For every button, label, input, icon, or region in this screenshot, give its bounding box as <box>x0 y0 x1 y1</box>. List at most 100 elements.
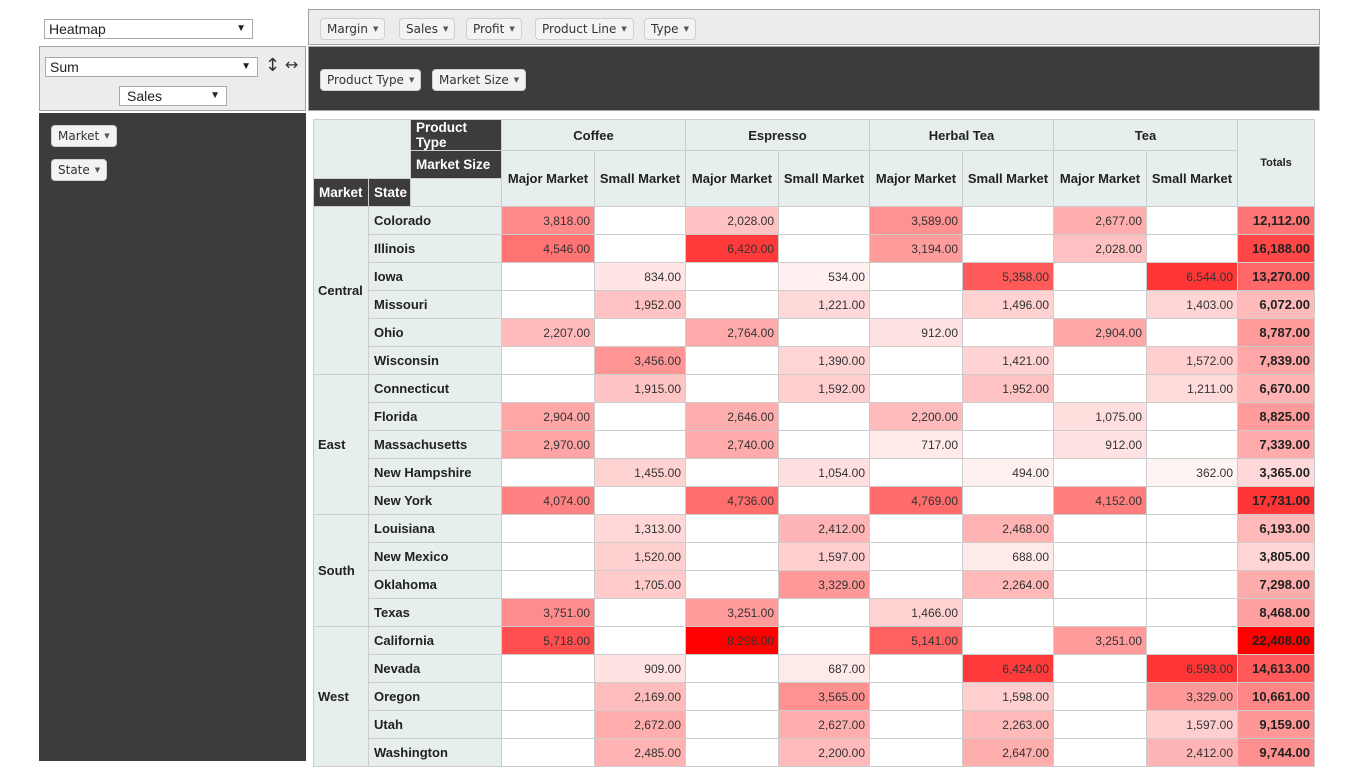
table-cell[interactable] <box>1146 514 1238 543</box>
table-cell[interactable]: 1,211.00 <box>1146 374 1238 403</box>
table-cell[interactable] <box>1146 570 1238 599</box>
table-cell[interactable]: 3,818.00 <box>501 206 595 235</box>
table-cell[interactable] <box>685 374 779 403</box>
table-cell[interactable] <box>1053 262 1147 291</box>
table-cell[interactable] <box>1053 374 1147 403</box>
table-cell[interactable]: 717.00 <box>869 430 963 459</box>
table-cell[interactable]: 3,456.00 <box>594 346 686 375</box>
table-cell[interactable]: 3,194.00 <box>869 234 963 263</box>
table-cell[interactable] <box>594 486 686 515</box>
table-cell[interactable] <box>1146 486 1238 515</box>
table-cell[interactable]: 1,390.00 <box>778 346 870 375</box>
table-cell[interactable]: 1,075.00 <box>1053 402 1147 431</box>
table-cell[interactable]: 2,740.00 <box>685 430 779 459</box>
table-cell[interactable] <box>869 570 963 599</box>
table-cell[interactable]: 1,597.00 <box>1146 710 1238 739</box>
table-cell[interactable] <box>594 234 686 263</box>
table-cell[interactable]: 3,329.00 <box>778 570 870 599</box>
table-cell[interactable] <box>594 206 686 235</box>
row-total-cell[interactable]: 6,193.00 <box>1237 514 1315 543</box>
table-cell[interactable] <box>869 710 963 739</box>
table-cell[interactable] <box>778 402 870 431</box>
table-cell[interactable] <box>685 346 779 375</box>
table-cell[interactable]: 1,496.00 <box>962 290 1054 319</box>
table-cell[interactable] <box>501 514 595 543</box>
attr-pill-product-line[interactable]: Product Line ▼ <box>535 18 634 40</box>
table-cell[interactable] <box>1146 430 1238 459</box>
table-cell[interactable] <box>501 654 595 683</box>
table-cell[interactable] <box>685 738 779 767</box>
table-cell[interactable]: 1,952.00 <box>594 290 686 319</box>
table-cell[interactable]: 2,904.00 <box>501 402 595 431</box>
table-cell[interactable] <box>962 626 1054 655</box>
table-cell[interactable] <box>1053 458 1147 487</box>
row-total-cell[interactable]: 10,661.00 <box>1237 682 1315 711</box>
table-cell[interactable] <box>869 262 963 291</box>
attr-pill-product-type[interactable]: Product Type ▼ <box>320 69 422 91</box>
triangle-down-icon[interactable]: ▼ <box>621 25 626 33</box>
table-cell[interactable]: 4,074.00 <box>501 486 595 515</box>
table-cell[interactable]: 1,520.00 <box>594 542 686 571</box>
row-total-cell[interactable]: 13,270.00 <box>1237 262 1315 291</box>
table-cell[interactable]: 1,705.00 <box>594 570 686 599</box>
table-cell[interactable] <box>778 486 870 515</box>
row-total-cell[interactable]: 8,468.00 <box>1237 598 1315 627</box>
table-cell[interactable] <box>501 374 595 403</box>
table-cell[interactable] <box>1146 542 1238 571</box>
table-cell[interactable] <box>1053 710 1147 739</box>
table-cell[interactable] <box>1053 598 1147 627</box>
table-cell[interactable]: 1,054.00 <box>778 458 870 487</box>
triangle-down-icon[interactable]: ▼ <box>373 25 378 33</box>
table-cell[interactable]: 1,592.00 <box>778 374 870 403</box>
row-total-cell[interactable]: 8,787.00 <box>1237 318 1315 347</box>
table-cell[interactable]: 6,420.00 <box>685 234 779 263</box>
row-total-cell[interactable]: 16,188.00 <box>1237 234 1315 263</box>
table-cell[interactable] <box>869 542 963 571</box>
table-cell[interactable]: 6,593.00 <box>1146 654 1238 683</box>
table-cell[interactable] <box>501 738 595 767</box>
table-cell[interactable]: 4,546.00 <box>501 234 595 263</box>
table-cell[interactable] <box>1146 598 1238 627</box>
table-cell[interactable]: 2,263.00 <box>962 710 1054 739</box>
table-cell[interactable] <box>501 290 595 319</box>
attr-pill-market[interactable]: Market ▼ <box>51 125 117 147</box>
attr-pill-profit[interactable]: Profit ▼ <box>466 18 522 40</box>
table-cell[interactable] <box>778 598 870 627</box>
attr-pill-type[interactable]: Type ▼ <box>644 18 696 40</box>
table-cell[interactable] <box>685 682 779 711</box>
table-cell[interactable] <box>594 598 686 627</box>
table-cell[interactable]: 534.00 <box>778 262 870 291</box>
row-total-cell[interactable]: 6,670.00 <box>1237 374 1315 403</box>
table-cell[interactable]: 2,646.00 <box>685 402 779 431</box>
triangle-down-icon[interactable]: ▼ <box>95 166 100 174</box>
table-cell[interactable] <box>962 206 1054 235</box>
table-cell[interactable] <box>869 514 963 543</box>
table-cell[interactable] <box>685 542 779 571</box>
table-cell[interactable] <box>1053 514 1147 543</box>
table-cell[interactable]: 2,412.00 <box>778 514 870 543</box>
table-cell[interactable] <box>501 458 595 487</box>
table-cell[interactable] <box>685 514 779 543</box>
table-cell[interactable] <box>1053 570 1147 599</box>
attr-pill-market-size[interactable]: Market Size ▼ <box>432 69 527 91</box>
row-total-cell[interactable]: 8,825.00 <box>1237 402 1315 431</box>
table-cell[interactable]: 3,251.00 <box>1053 626 1147 655</box>
table-cell[interactable]: 2,200.00 <box>869 402 963 431</box>
table-cell[interactable] <box>501 542 595 571</box>
table-cell[interactable]: 2,028.00 <box>685 206 779 235</box>
table-cell[interactable]: 3,251.00 <box>685 598 779 627</box>
table-cell[interactable] <box>778 206 870 235</box>
table-cell[interactable] <box>1146 402 1238 431</box>
table-cell[interactable] <box>1146 318 1238 347</box>
table-cell[interactable]: 6,544.00 <box>1146 262 1238 291</box>
table-cell[interactable] <box>685 710 779 739</box>
table-cell[interactable] <box>962 318 1054 347</box>
table-cell[interactable]: 4,769.00 <box>869 486 963 515</box>
table-cell[interactable]: 2,677.00 <box>1053 206 1147 235</box>
table-cell[interactable] <box>1053 542 1147 571</box>
table-cell[interactable] <box>778 234 870 263</box>
table-cell[interactable]: 687.00 <box>778 654 870 683</box>
table-cell[interactable]: 5,141.00 <box>869 626 963 655</box>
table-cell[interactable]: 2,028.00 <box>1053 234 1147 263</box>
table-cell[interactable]: 2,412.00 <box>1146 738 1238 767</box>
